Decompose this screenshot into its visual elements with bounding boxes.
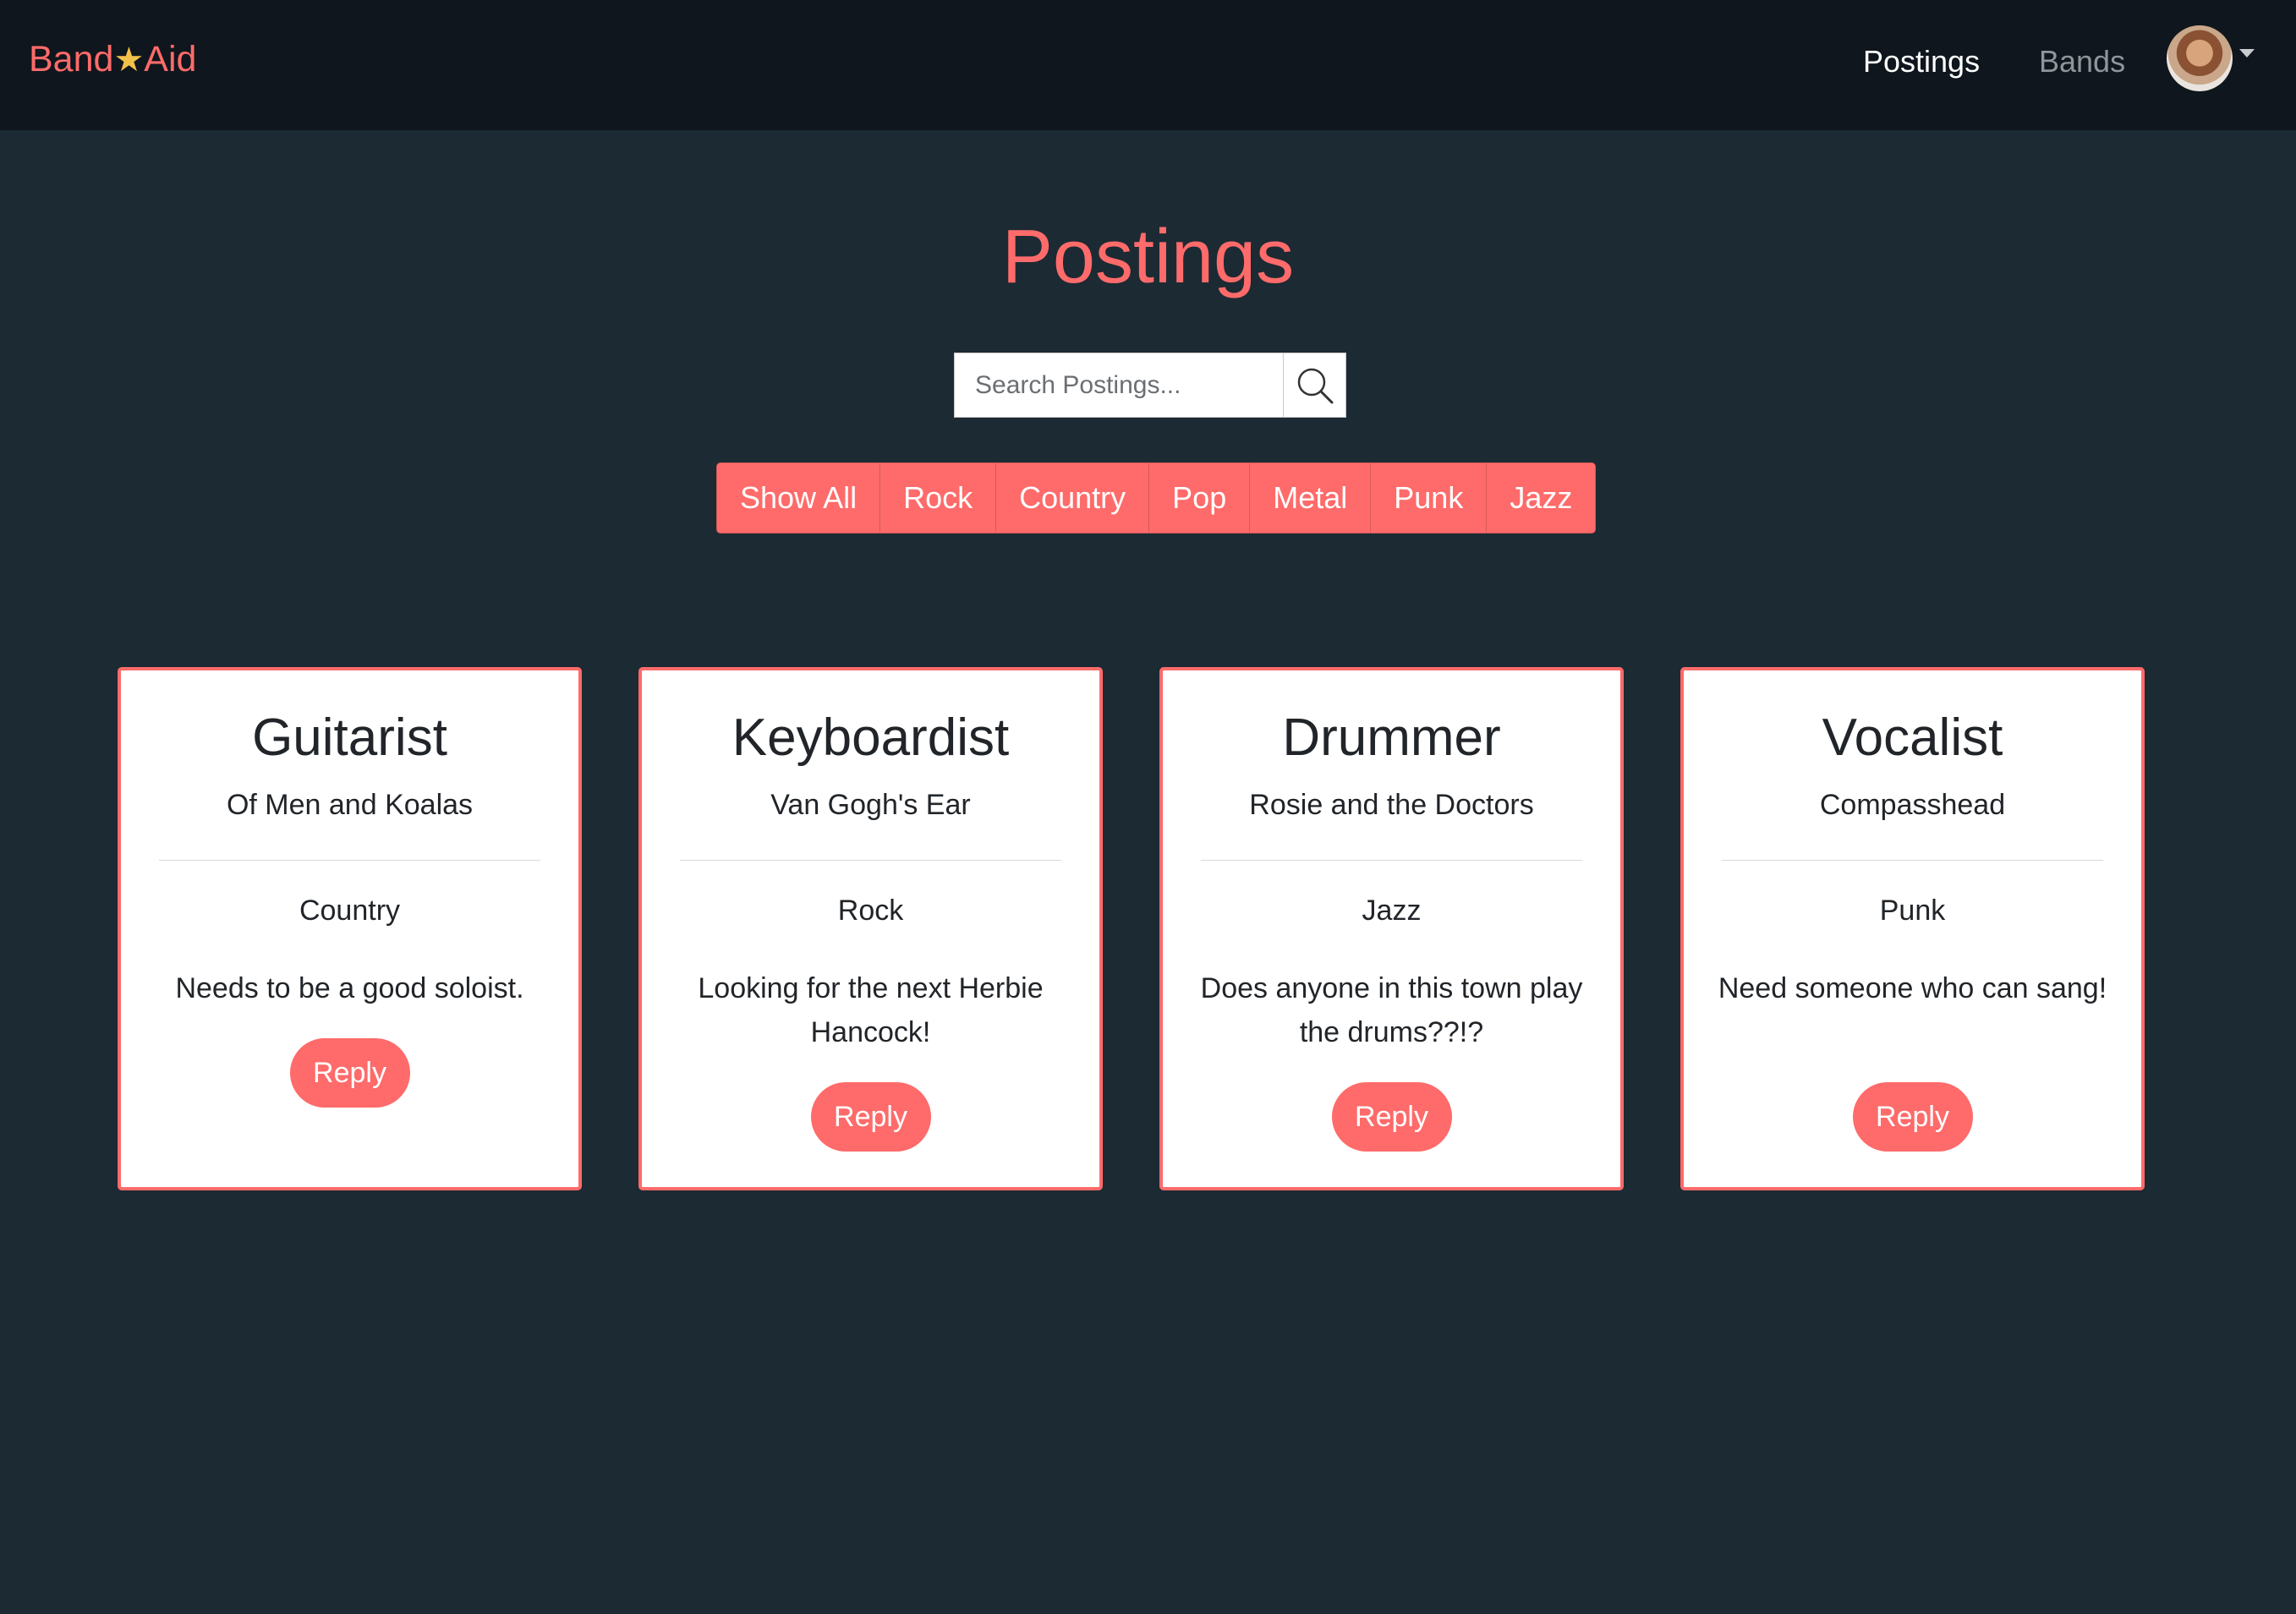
genre-filter-group: Show All Rock Country Pop Metal Punk Jaz… (716, 462, 1597, 533)
caret-down-icon[interactable] (2239, 49, 2255, 57)
filter-metal-button[interactable]: Metal (1250, 463, 1372, 533)
card-divider (1722, 860, 2103, 861)
page-title: Postings (1001, 215, 1295, 299)
top-navbar: Band★Aid Postings Bands (0, 0, 2296, 130)
posting-description: Need someone who can sang! (1718, 972, 2107, 1004)
brand-logo[interactable]: Band★Aid (29, 39, 196, 80)
reply-button[interactable]: Reply (289, 1038, 410, 1108)
posting-band: Van Gogh's Ear (770, 789, 971, 821)
card-divider (680, 860, 1061, 861)
posting-band: Of Men and Koalas (226, 789, 474, 821)
posting-description: Needs to be a good soloist. (175, 972, 524, 1004)
star-icon: ★ (113, 41, 145, 79)
search-icon (1297, 368, 1334, 404)
posting-card: Drummer Rosie and the Doctors Jazz Does … (1159, 667, 1624, 1190)
nav-link-postings[interactable]: Postings (1863, 44, 1980, 79)
brand-text-aid: Aid (144, 39, 197, 79)
filter-jazz-button[interactable]: Jazz (1487, 463, 1596, 533)
search-button[interactable] (1283, 353, 1345, 417)
reply-button[interactable]: Reply (1852, 1082, 1973, 1152)
posting-title: Drummer (1282, 709, 1501, 767)
posting-description: Looking for the next Herbie Hancock! (698, 972, 1044, 1048)
card-divider (1201, 860, 1582, 861)
nav-link-bands[interactable]: Bands (2039, 44, 2125, 79)
posting-description: Does anyone in this town play the drums?… (1200, 972, 1583, 1048)
reply-button[interactable]: Reply (810, 1082, 931, 1152)
reply-button[interactable]: Reply (1331, 1082, 1452, 1152)
brand-text-band: Band (29, 39, 114, 79)
filter-punk-button[interactable]: Punk (1371, 463, 1488, 533)
posting-band: Rosie and the Doctors (1249, 789, 1534, 821)
filter-pop-button[interactable]: Pop (1149, 463, 1251, 533)
card-divider (159, 860, 540, 861)
posting-genre: Rock (837, 895, 904, 927)
filter-show-all-button[interactable]: Show All (717, 463, 881, 533)
filter-rock-button[interactable]: Rock (880, 463, 997, 533)
posting-title: Vocalist (1822, 709, 2003, 767)
posting-genre: Country (299, 895, 401, 927)
search-input[interactable] (955, 353, 1283, 417)
user-avatar[interactable] (2167, 25, 2233, 91)
posting-band: Compasshead (1819, 789, 2006, 821)
filter-country-button[interactable]: Country (996, 463, 1150, 533)
posting-title: Keyboardist (732, 709, 1010, 767)
posting-card: Guitarist Of Men and Koalas Country Need… (118, 667, 582, 1190)
posting-card: Vocalist Compasshead Punk Need someone w… (1680, 667, 2145, 1190)
posting-title: Guitarist (252, 709, 447, 767)
posting-card: Keyboardist Van Gogh's Ear Rock Looking … (638, 667, 1103, 1190)
search-bar (954, 353, 1346, 418)
posting-genre: Punk (1879, 895, 1946, 927)
posting-genre: Jazz (1362, 895, 1422, 927)
